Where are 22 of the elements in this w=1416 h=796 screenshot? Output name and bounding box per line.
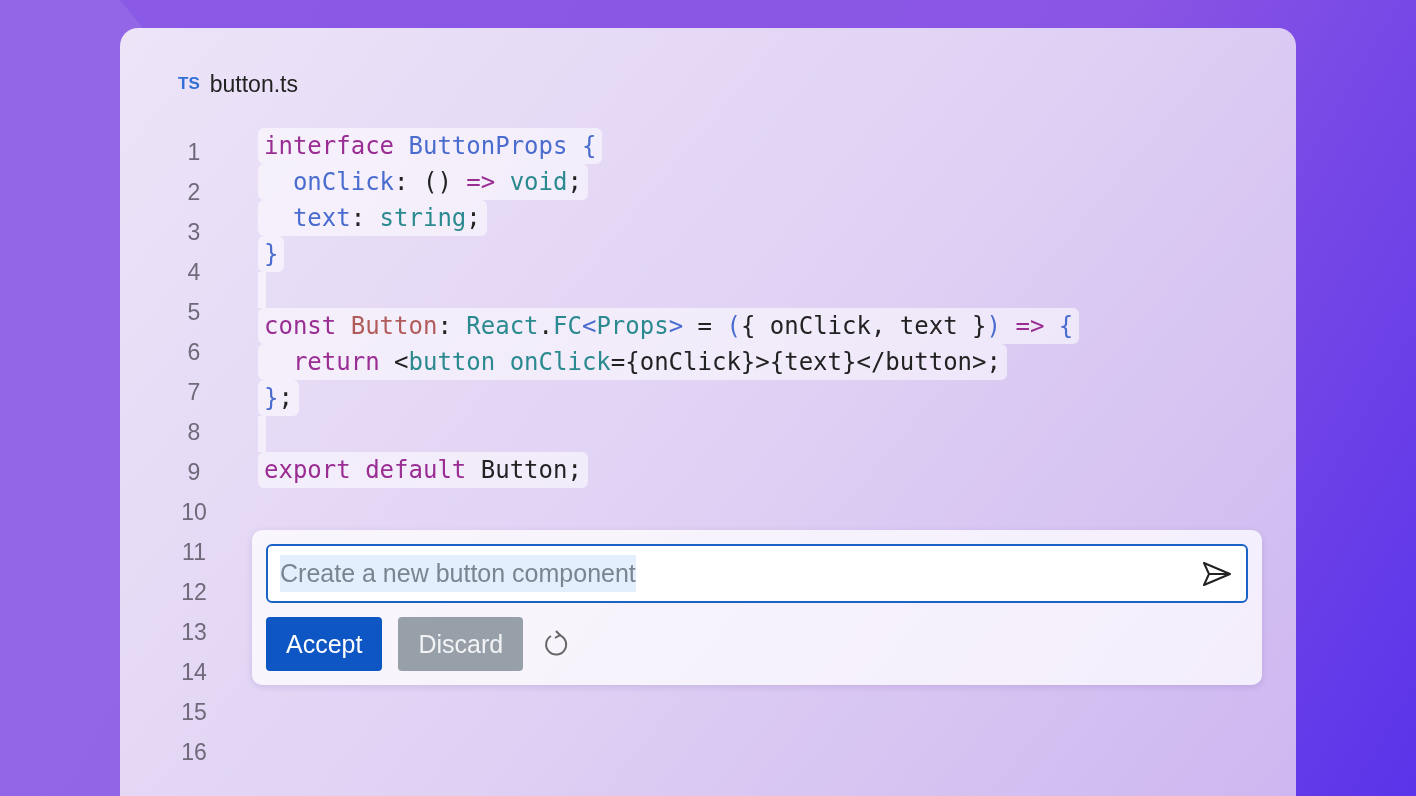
line-number: 9 <box>186 458 202 487</box>
prompt-input-field[interactable]: Create a new button component <box>266 544 1248 603</box>
line-number: 14 <box>180 658 208 687</box>
line-number: 2 <box>186 178 202 207</box>
refresh-icon[interactable] <box>543 630 570 658</box>
line-number: 3 <box>186 218 202 247</box>
line-number: 7 <box>186 378 202 407</box>
line-number: 11 <box>181 538 207 567</box>
line-number: 8 <box>186 418 202 447</box>
line-number: 6 <box>186 338 202 367</box>
line-number: 1 <box>186 138 202 167</box>
line-number: 4 <box>186 258 202 287</box>
send-icon[interactable] <box>1202 560 1232 587</box>
line-number: 10 <box>180 498 208 527</box>
language-label: TS <box>178 74 200 94</box>
line-number: 13 <box>180 618 208 647</box>
file-name: button.ts <box>209 70 298 98</box>
line-number: 12 <box>180 578 208 607</box>
accept-button[interactable]: Accept <box>266 617 383 671</box>
line-number: 15 <box>180 698 208 727</box>
line-number: 16 <box>180 738 208 767</box>
line-number: 5 <box>186 298 202 327</box>
